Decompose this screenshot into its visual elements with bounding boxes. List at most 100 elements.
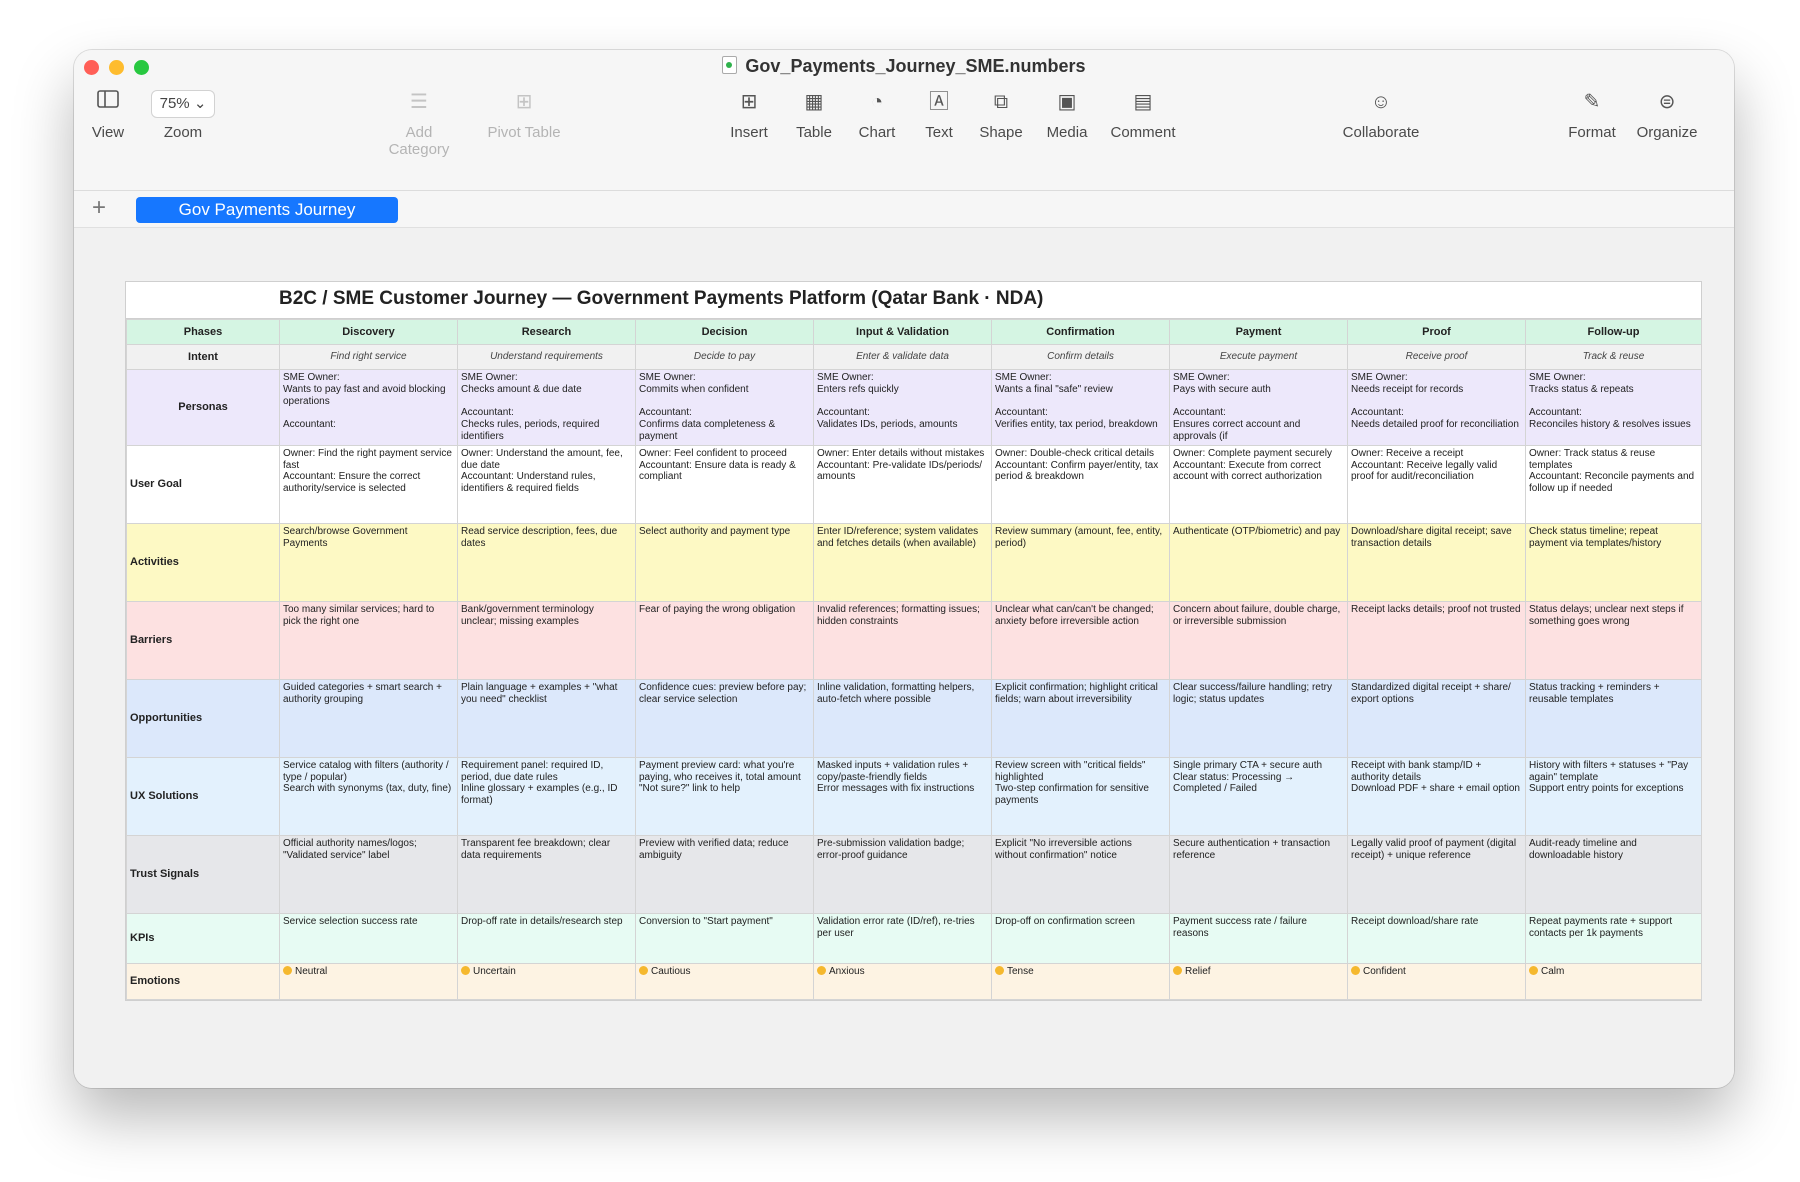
trust-signal-cell[interactable]: Official authority names/logos; "Validat… — [279, 834, 458, 914]
user-goal-cell[interactable]: Owner: Track status & reuse templates Ac… — [1525, 444, 1702, 524]
row-header-activities[interactable]: Activities — [126, 522, 280, 602]
intent-cell[interactable]: Understand requirements — [457, 344, 636, 370]
row-header-trust[interactable]: Trust Signals — [126, 834, 280, 914]
activity-cell[interactable]: Review summary (amount, fee, entity, per… — [991, 522, 1170, 602]
row-header-opportunities[interactable]: Opportunities — [126, 678, 280, 758]
barrier-cell[interactable]: Receipt lacks details; proof not trusted — [1347, 600, 1526, 680]
row-header-emotions[interactable]: Emotions — [126, 962, 280, 1000]
phase-header[interactable]: Decision — [635, 319, 814, 345]
persona-cell[interactable]: SME Owner: Wants a final "safe" review A… — [991, 369, 1170, 446]
emotion-cell[interactable]: Anxious — [813, 962, 992, 1000]
intent-cell[interactable]: Track & reuse — [1525, 344, 1702, 370]
phase-header[interactable]: Research — [457, 319, 636, 345]
opportunity-cell[interactable]: Clear success/failure handling; retry lo… — [1169, 678, 1348, 758]
row-header-intent[interactable]: Intent — [126, 344, 280, 370]
activity-cell[interactable]: Authenticate (OTP/biometric) and pay — [1169, 522, 1348, 602]
barrier-cell[interactable]: Bank/government terminology unclear; mis… — [457, 600, 636, 680]
user-goal-cell[interactable]: Owner: Feel confident to proceed Account… — [635, 444, 814, 524]
ux-solution-cell[interactable]: Masked inputs + validation rules + copy/… — [813, 756, 992, 836]
row-header-goal[interactable]: User Goal — [126, 444, 280, 524]
row-header-barriers[interactable]: Barriers — [126, 600, 280, 680]
row-header-ux[interactable]: UX Solutions — [126, 756, 280, 836]
ux-solution-cell[interactable]: Requirement panel: required ID, period, … — [457, 756, 636, 836]
user-goal-cell[interactable]: Owner: Find the right payment service fa… — [279, 444, 458, 524]
row-header-phases[interactable]: Phases — [126, 319, 280, 345]
barrier-cell[interactable]: Invalid references; formatting issues; h… — [813, 600, 992, 680]
persona-cell[interactable]: SME Owner: Commits when confident Accoun… — [635, 369, 814, 446]
barrier-cell[interactable]: Status delays; unclear next steps if som… — [1525, 600, 1702, 680]
kpi-cell[interactable]: Repeat payments rate + support contacts … — [1525, 912, 1702, 964]
intent-cell[interactable]: Find right service — [279, 344, 458, 370]
organize-button[interactable]: ⊜ Organize — [1632, 88, 1702, 141]
collaborate-button[interactable]: ☺ Collaborate — [1336, 88, 1426, 141]
kpi-cell[interactable]: Drop-off on confirmation screen — [991, 912, 1170, 964]
ux-solution-cell[interactable]: Review screen with "critical fields" hig… — [991, 756, 1170, 836]
kpi-cell[interactable]: Payment success rate / failure reasons — [1169, 912, 1348, 964]
user-goal-cell[interactable]: Owner: Understand the amount, fee, due d… — [457, 444, 636, 524]
emotion-cell[interactable]: Relief — [1169, 962, 1348, 1000]
ux-solution-cell[interactable]: Single primary CTA + secure auth Clear s… — [1169, 756, 1348, 836]
trust-signal-cell[interactable]: Audit-ready timeline and downloadable hi… — [1525, 834, 1702, 914]
intent-cell[interactable]: Decide to pay — [635, 344, 814, 370]
text-button[interactable]: 🄰 Text — [914, 88, 964, 141]
kpi-cell[interactable]: Validation error rate (ID/ref), re-tries… — [813, 912, 992, 964]
trust-signal-cell[interactable]: Explicit "No irreversible actions withou… — [991, 834, 1170, 914]
kpi-cell[interactable]: Service selection success rate — [279, 912, 458, 964]
emotion-cell[interactable]: Confident — [1347, 962, 1526, 1000]
add-sheet-button[interactable]: + — [92, 193, 106, 223]
phase-header[interactable]: Input & Validation — [813, 319, 992, 345]
barrier-cell[interactable]: Fear of paying the wrong obligation — [635, 600, 814, 680]
intent-cell[interactable]: Enter & validate data — [813, 344, 992, 370]
trust-signal-cell[interactable]: Legally valid proof of payment (digital … — [1347, 834, 1526, 914]
shape-button[interactable]: ⧉ Shape — [974, 88, 1028, 141]
ux-solution-cell[interactable]: Receipt with bank stamp/ID + authority d… — [1347, 756, 1526, 836]
kpi-cell[interactable]: Receipt download/share rate — [1347, 912, 1526, 964]
activity-cell[interactable]: Search/browse Government Payments — [279, 522, 458, 602]
persona-cell[interactable]: SME Owner: Wants to pay fast and avoid b… — [279, 369, 458, 446]
intent-cell[interactable]: Receive proof — [1347, 344, 1526, 370]
persona-cell[interactable]: SME Owner: Pays with secure auth Account… — [1169, 369, 1348, 446]
activity-cell[interactable]: Check status timeline; repeat payment vi… — [1525, 522, 1702, 602]
opportunity-cell[interactable]: Guided categories + smart search + autho… — [279, 678, 458, 758]
opportunity-cell[interactable]: Standardized digital receipt + share/ ex… — [1347, 678, 1526, 758]
opportunity-cell[interactable]: Plain language + examples + "what you ne… — [457, 678, 636, 758]
add-category-button[interactable]: ☰ Add Category — [374, 88, 464, 158]
view-button[interactable]: View — [88, 88, 128, 141]
zoom-control[interactable]: 75% ⌄ Zoom — [138, 88, 228, 141]
persona-cell[interactable]: SME Owner: Tracks status & repeats Accou… — [1525, 369, 1702, 446]
phase-header[interactable]: Discovery — [279, 319, 458, 345]
activity-cell[interactable]: Read service description, fees, due date… — [457, 522, 636, 602]
barrier-cell[interactable]: Unclear what can/can't be changed; anxie… — [991, 600, 1170, 680]
format-button[interactable]: ✎ Format — [1564, 88, 1620, 141]
kpi-cell[interactable]: Drop-off rate in details/research step — [457, 912, 636, 964]
emotion-cell[interactable]: Neutral — [279, 962, 458, 1000]
trust-signal-cell[interactable]: Transparent fee breakdown; clear data re… — [457, 834, 636, 914]
user-goal-cell[interactable]: Owner: Double-check critical details Acc… — [991, 444, 1170, 524]
phase-header[interactable]: Payment — [1169, 319, 1348, 345]
row-header-kpis[interactable]: KPIs — [126, 912, 280, 964]
barrier-cell[interactable]: Concern about failure, double charge, or… — [1169, 600, 1348, 680]
phase-header[interactable]: Follow-up — [1525, 319, 1702, 345]
opportunity-cell[interactable]: Inline validation, formatting helpers, a… — [813, 678, 992, 758]
intent-cell[interactable]: Confirm details — [991, 344, 1170, 370]
emotion-cell[interactable]: Uncertain — [457, 962, 636, 1000]
phase-header[interactable]: Confirmation — [991, 319, 1170, 345]
trust-signal-cell[interactable]: Preview with verified data; reduce ambig… — [635, 834, 814, 914]
ux-solution-cell[interactable]: Service catalog with filters (authority … — [279, 756, 458, 836]
pivot-table-button[interactable]: ⊞ Pivot Table — [482, 88, 566, 141]
opportunity-cell[interactable]: Status tracking + reminders + reusable t… — [1525, 678, 1702, 758]
emotion-cell[interactable]: Tense — [991, 962, 1170, 1000]
persona-cell[interactable]: SME Owner: Checks amount & due date Acco… — [457, 369, 636, 446]
tab-gov-payments-journey[interactable]: Gov Payments Journey — [136, 197, 398, 223]
ux-solution-cell[interactable]: Payment preview card: what you're paying… — [635, 756, 814, 836]
trust-signal-cell[interactable]: Pre-submission validation badge; error-p… — [813, 834, 992, 914]
emotion-cell[interactable]: Cautious — [635, 962, 814, 1000]
emotion-cell[interactable]: Calm — [1525, 962, 1702, 1000]
ux-solution-cell[interactable]: History with filters + statuses + "Pay a… — [1525, 756, 1702, 836]
barrier-cell[interactable]: Too many similar services; hard to pick … — [279, 600, 458, 680]
persona-cell[interactable]: SME Owner: Enters refs quickly Accountan… — [813, 369, 992, 446]
opportunity-cell[interactable]: Explicit confirmation; highlight critica… — [991, 678, 1170, 758]
zoom-dropdown[interactable]: 75% ⌄ — [150, 90, 216, 118]
user-goal-cell[interactable]: Owner: Enter details without mistakes Ac… — [813, 444, 992, 524]
activity-cell[interactable]: Select authority and payment type — [635, 522, 814, 602]
